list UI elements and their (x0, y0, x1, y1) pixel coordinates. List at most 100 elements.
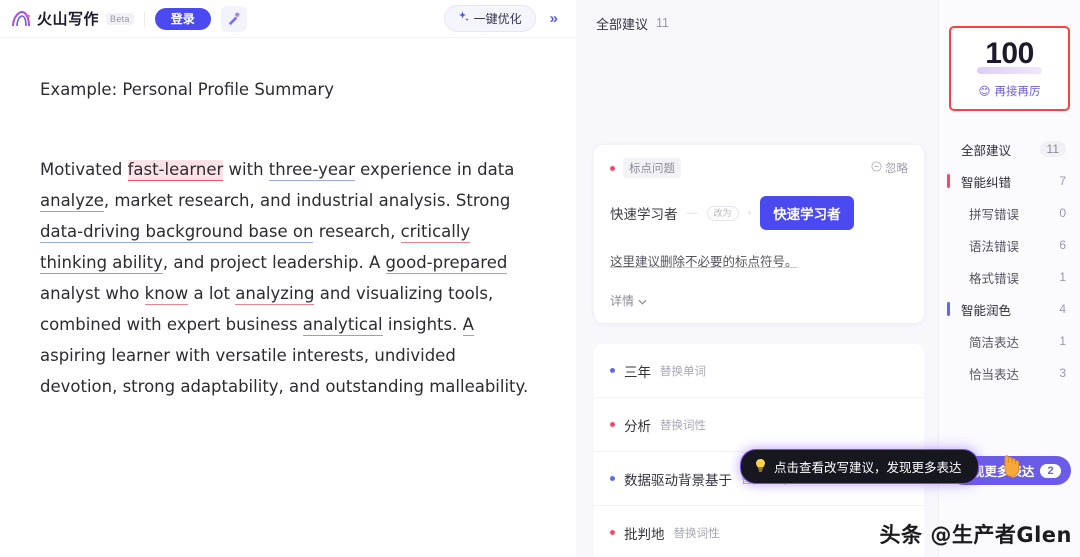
category-count: 0 (1059, 206, 1066, 220)
suggestions-header: 全部建议 11 (576, 0, 938, 34)
category-item[interactable]: 全部建议 11 (939, 133, 1080, 165)
rewrite-tooltip[interactable]: 点击查看改写建议，发现更多表达 (740, 449, 979, 484)
ignore-button[interactable]: 忽略 (871, 160, 908, 176)
doc-marked-text[interactable]: data-driving background base on (40, 222, 314, 243)
suggestion-kind: 替换词性 (673, 527, 720, 540)
login-button[interactable]: 登录 (154, 7, 211, 30)
doc-text: a lot (188, 284, 236, 303)
chevron-down-icon (638, 294, 647, 308)
category-item[interactable]: 拼写错误 0 (939, 197, 1080, 229)
brand-name: 火山写作 (37, 11, 100, 28)
severity-dot-icon (610, 476, 615, 481)
category-item[interactable]: 智能纠错 7 (939, 165, 1080, 197)
category-item[interactable]: 简洁表达 1 (939, 325, 1080, 357)
doc-text: insights. (382, 315, 463, 334)
category-item[interactable]: 语法错误 6 (939, 229, 1080, 261)
details-label: 详情 (610, 294, 635, 308)
category-label: 智能纠错 (961, 175, 1012, 190)
suggestion-card[interactable]: 标点问题 忽略 快速学习者 — 改为 › 快速学习者 这里建议删除不必要的标点符… (594, 145, 924, 323)
ignore-label: 忽略 (885, 163, 908, 175)
doc-text: , and project leadership. A (162, 253, 386, 272)
score-caption: 😊 再接再厉 (951, 83, 1068, 99)
suggestion-details-toggle[interactable]: 详情 (610, 292, 908, 309)
category-label: 恰当表达 (969, 367, 1020, 382)
lightbulb-icon (754, 458, 767, 476)
minus-circle-icon (871, 161, 882, 175)
score-number-text: 100 (985, 37, 1034, 70)
category-item[interactable]: 智能润色 4 (939, 293, 1080, 325)
editor-column: 火山写作 Beta 登录 一键优化 » Example: Personal Pr… (0, 0, 576, 557)
category-item[interactable]: 格式错误 1 (939, 261, 1080, 293)
doc-marked-text[interactable]: three-year (268, 160, 355, 181)
one-click-optimize-button[interactable]: 一键优化 (443, 5, 536, 32)
suggestion-list-item[interactable]: 三年 替换单词 (594, 344, 924, 398)
magic-wand-icon[interactable] (220, 5, 247, 32)
doc-marked-text[interactable]: analytical (302, 315, 383, 336)
doc-marked-text[interactable]: fast-learner (127, 160, 224, 181)
hand-cursor-icon (1001, 454, 1023, 483)
severity-dot-icon (610, 368, 615, 373)
beta-badge: Beta (106, 12, 134, 25)
category-count: 3 (1059, 366, 1066, 380)
category-accent-bar (947, 174, 950, 188)
document-body[interactable]: Motivated fast-learner with three-year e… (40, 154, 536, 402)
score-value-wrap: 100 (951, 37, 1068, 74)
suggestion-type-tag: 标点问题 (623, 158, 681, 178)
severity-dot-icon (610, 422, 615, 427)
category-label: 简洁表达 (969, 335, 1020, 350)
category-label: 智能润色 (961, 303, 1012, 318)
suggestions-header-label: 全部建议 (596, 16, 649, 32)
doc-text: analyst who (40, 284, 145, 303)
doc-marked-text[interactable]: good-prepared (385, 253, 508, 274)
sparkle-icon (458, 11, 470, 26)
suggestion-list-item[interactable]: 批判地 替换词性 (594, 506, 924, 557)
doc-marked-text[interactable]: A (462, 315, 474, 336)
doc-text: experience in data (354, 160, 515, 179)
suggestion-list-item[interactable]: 分析 替换词性 (594, 398, 924, 452)
suggestion-description-text: 这里建议删除不必要的标点符号。 (610, 255, 798, 269)
watermark: 头条 @生产者Glen (879, 523, 1072, 547)
score-value: 100 (977, 37, 1042, 74)
suggestion-kind: 替换词性 (660, 419, 706, 432)
category-item[interactable]: 恰当表达 3 (939, 357, 1080, 389)
replace-button[interactable]: 快速学习者 (760, 196, 854, 230)
category-accent-bar (947, 302, 950, 316)
doc-text: aspiring learner with versatile interest… (40, 346, 529, 396)
brand-logo[interactable]: 火山写作 Beta (10, 8, 134, 29)
volcano-logo-icon (10, 9, 32, 29)
suggestion-kind: 替换单词 (660, 365, 706, 378)
score-caption-text: 再接再厉 (994, 86, 1041, 98)
category-count: 6 (1059, 238, 1066, 252)
doc-marked-text[interactable]: know (144, 284, 189, 305)
category-label: 格式错误 (969, 271, 1020, 286)
category-label: 语法错误 (969, 239, 1020, 254)
category-label: 拼写错误 (969, 207, 1020, 222)
doc-marked-text[interactable]: analyze (40, 191, 104, 212)
suggestion-word: 数据驱动背景基于 (624, 472, 732, 488)
category-count: 1 (1059, 334, 1066, 348)
document-editor[interactable]: Example: Personal Profile Summary Motiva… (0, 38, 576, 402)
doc-text: research, (313, 222, 401, 241)
doc-text: Motivated (40, 160, 128, 179)
category-count: 4 (1059, 302, 1066, 316)
suggestion-word: 三年 (624, 364, 651, 380)
smile-emoji: 😊 (978, 86, 991, 98)
category-list: 全部建议 11 智能纠错 7 拼写错误 0 语法错误 6 格式错误 1 智能润色 4 简洁表达 1 恰当表达… (939, 133, 1080, 389)
suggestion-word: 分析 (624, 418, 651, 434)
severity-dot-icon (610, 530, 615, 535)
suggestion-card-header: 标点问题 忽略 (610, 158, 908, 178)
toolbar-right-group: 一键优化 » (443, 5, 564, 32)
doc-marked-text[interactable]: analyzing (235, 284, 315, 305)
category-label: 全部建议 (961, 143, 1012, 158)
suggestions-header-count: 11 (656, 16, 669, 30)
change-to-pill: 改为 (706, 205, 739, 221)
toolbar-divider (143, 10, 145, 27)
category-count: 11 (1039, 141, 1066, 157)
arrow-right-icon: › (747, 207, 752, 219)
app-root: 火山写作 Beta 登录 一键优化 » Example: Personal Pr… (0, 0, 1080, 557)
double-chevron-right-icon[interactable]: » (544, 8, 564, 29)
suggestion-replace-row: 快速学习者 — 改为 › 快速学习者 (610, 196, 908, 230)
category-count: 1 (1059, 270, 1066, 284)
score-box: 100 😊 再接再厉 (949, 26, 1070, 111)
severity-dot-icon (610, 165, 615, 171)
